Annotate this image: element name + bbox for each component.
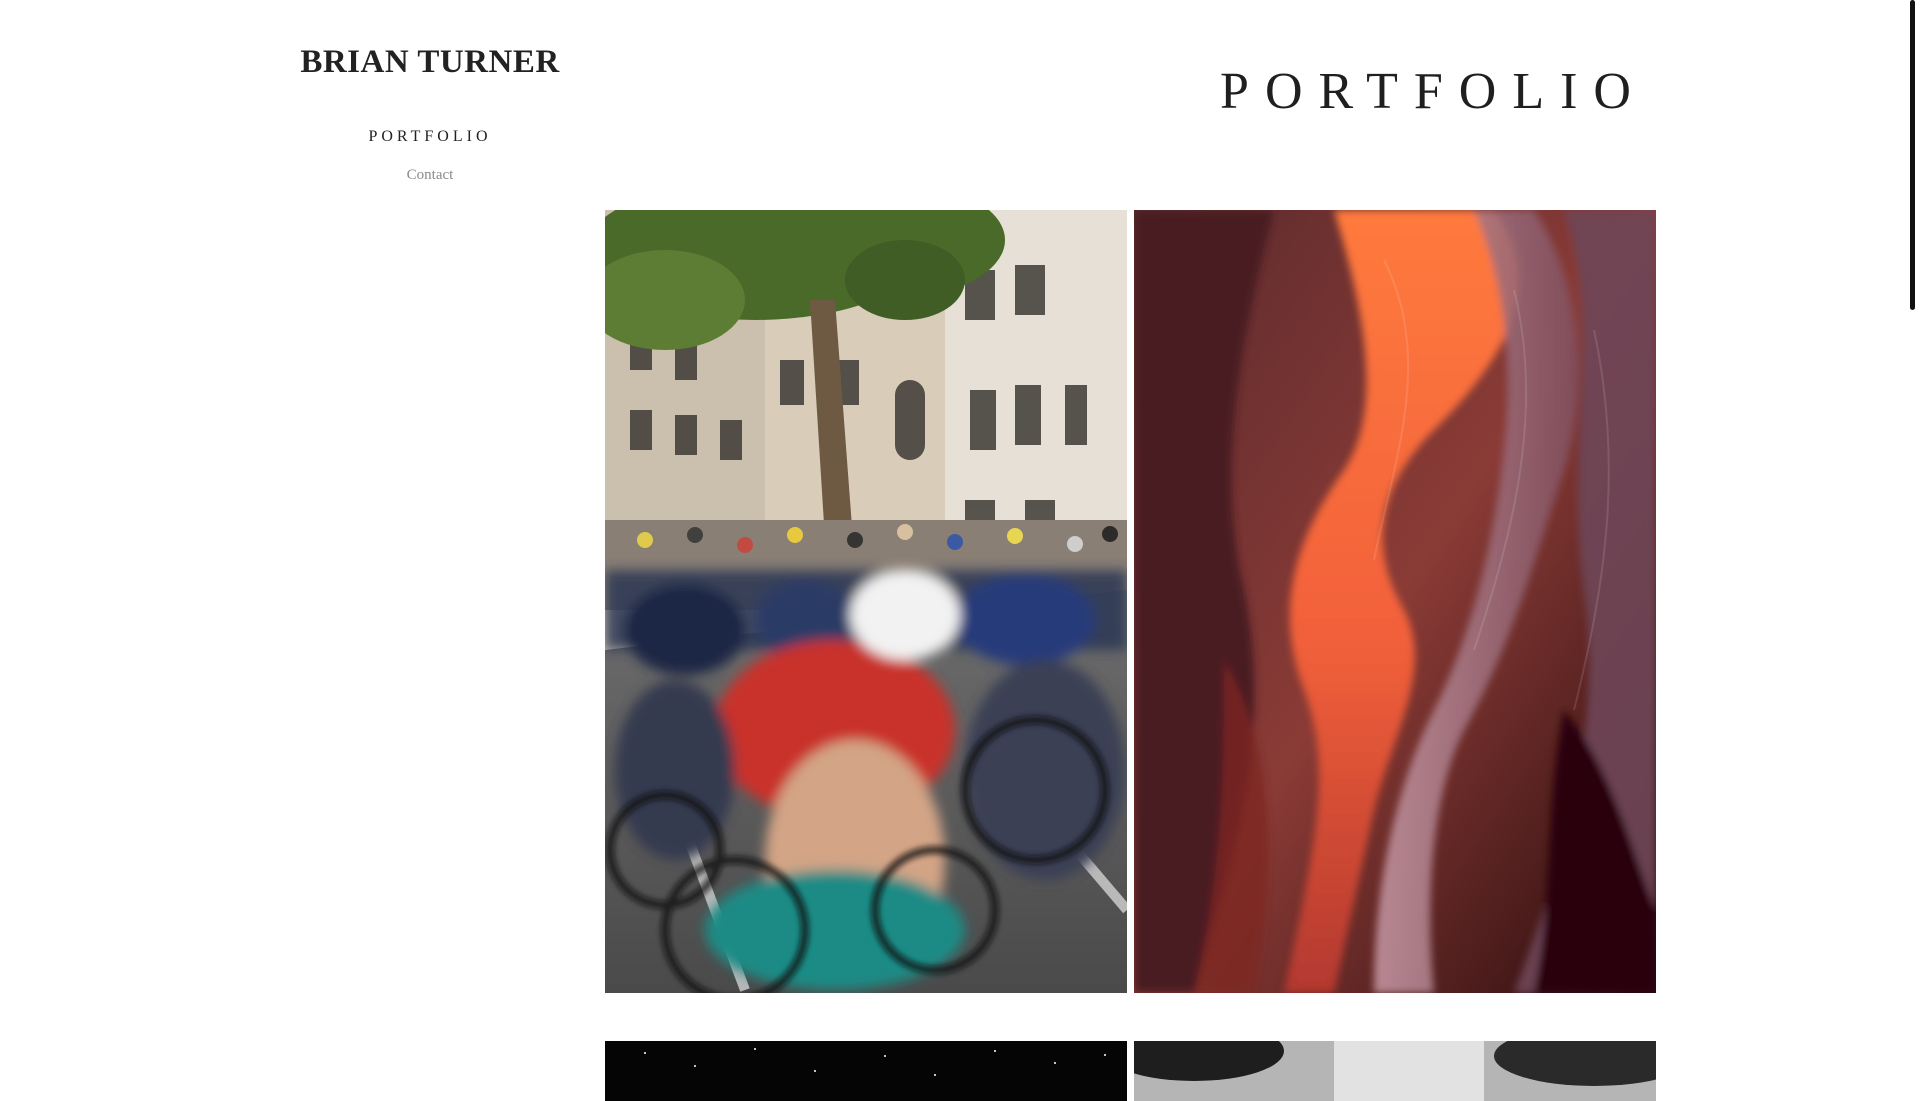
gallery-image-bw[interactable] — [1134, 1041, 1656, 1101]
starry-night-photo — [605, 1041, 1127, 1101]
page-scrollbar[interactable] — [1902, 0, 1920, 1080]
page-title: PORTFOLIO — [1220, 63, 1647, 120]
nav-portfolio-link[interactable]: PORTFOLIO — [0, 128, 860, 146]
gallery-image-cycling[interactable] — [605, 210, 1127, 993]
cycling-race-photo — [605, 210, 1127, 993]
nav-contact-link[interactable]: Contact — [0, 167, 860, 184]
slot-canyon-photo — [1134, 210, 1656, 993]
scrollbar-thumb[interactable] — [1910, 0, 1915, 310]
black-and-white-street-photo — [1134, 1041, 1656, 1101]
gallery-image-canyon[interactable] — [1134, 210, 1656, 993]
gallery-image-night-sky[interactable] — [605, 1041, 1127, 1101]
